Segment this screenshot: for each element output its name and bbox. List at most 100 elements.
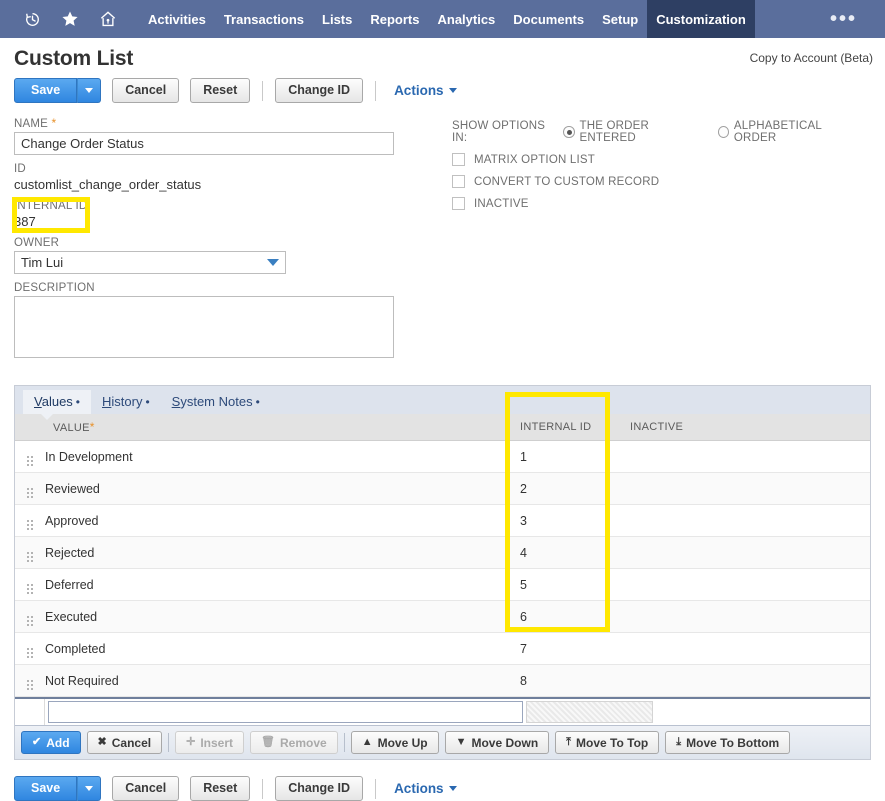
top-toolbar: Save Cancel Reset Change ID Actions [0, 71, 885, 103]
cell-internal-id: 6 [520, 600, 630, 633]
cell-value[interactable]: Executed [45, 600, 520, 633]
cell-value[interactable]: Completed [45, 632, 520, 665]
matrix-option-list-row: MATRIX OPTION LIST [452, 153, 871, 166]
form-left-column: NAME * ID customlist_change_order_status… [14, 116, 444, 369]
checkbox-matrix-option-list[interactable] [452, 153, 465, 166]
drag-handle-icon[interactable] [15, 664, 45, 697]
drag-handle-icon[interactable] [15, 504, 45, 537]
nav-item-lists[interactable]: Lists [313, 0, 361, 38]
drag-dots-icon [27, 552, 33, 562]
table-row[interactable]: Not Required 8 [15, 664, 870, 697]
nav-icon-group [0, 0, 117, 38]
new-value-input[interactable] [48, 701, 523, 723]
cell-inactive[interactable] [630, 472, 870, 505]
cell-value[interactable]: Approved [45, 504, 520, 537]
drag-handle-icon[interactable] [15, 536, 45, 569]
favorites-icon[interactable] [61, 10, 79, 28]
checkbox-inactive[interactable] [452, 197, 465, 210]
cell-inactive[interactable] [630, 568, 870, 601]
drag-handle-icon[interactable] [15, 472, 45, 505]
radio-order-entered[interactable] [563, 126, 575, 138]
home-icon[interactable] [99, 10, 117, 28]
change-id-button-bottom[interactable]: Change ID [275, 776, 364, 801]
drag-handle-icon[interactable] [15, 632, 45, 665]
cell-inactive[interactable] [630, 632, 870, 665]
values-sublist: Values • History • System Notes • VALUE* IN… [14, 385, 871, 760]
nav-item-activities[interactable]: Activities [139, 0, 215, 38]
reset-button[interactable]: Reset [190, 78, 251, 103]
internal-id-field-block: INTERNAL ID 387 [14, 200, 444, 229]
cell-value[interactable]: Rejected [45, 536, 520, 569]
drag-handle-icon[interactable] [15, 568, 45, 601]
toolbar-divider [262, 778, 264, 799]
nav-item-setup[interactable]: Setup [593, 0, 647, 38]
table-row[interactable]: Approved 3 [15, 504, 870, 537]
actions-menu-bottom[interactable]: Actions [394, 781, 457, 796]
drag-handle-icon[interactable] [15, 600, 45, 633]
cell-inactive[interactable] [630, 664, 870, 697]
move-down-button[interactable]: ▼ Move Down [444, 731, 550, 754]
recent-records-icon[interactable] [24, 11, 41, 28]
save-button[interactable]: Save [14, 78, 78, 103]
checkbox-matrix-option-list-label: MATRIX OPTION LIST [474, 153, 595, 166]
cell-value[interactable]: In Development [45, 440, 520, 473]
description-field-block: DESCRIPTION [14, 282, 444, 361]
cell-inactive[interactable] [630, 504, 870, 537]
owner-select[interactable] [14, 251, 286, 274]
col-internal-id: INTERNAL ID [520, 414, 630, 441]
checkbox-convert-to-custom-record-label: CONVERT TO CUSTOM RECORD [474, 175, 660, 188]
cell-inactive[interactable] [630, 536, 870, 569]
chevron-down-icon [85, 88, 94, 93]
cell-inactive[interactable] [630, 600, 870, 633]
table-row[interactable]: Executed 6 [15, 600, 870, 633]
values-table-body: In Development 1 Reviewed 2 Approved 3 Rejecte… [15, 440, 870, 697]
actions-label: Actions [394, 83, 444, 98]
save-dropdown-button-bottom[interactable] [77, 776, 102, 801]
nav-item-documents[interactable]: Documents [504, 0, 593, 38]
table-row[interactable]: Completed 7 [15, 632, 870, 665]
drag-dots-icon [27, 488, 33, 498]
move-to-bottom-icon: ⤓ [676, 736, 682, 748]
move-up-button[interactable]: ▲ Move Up [350, 731, 439, 754]
cell-value[interactable]: Deferred [45, 568, 520, 601]
save-button-bottom[interactable]: Save [14, 776, 78, 801]
cell-value[interactable]: Not Required [45, 664, 520, 697]
actions-menu[interactable]: Actions [394, 83, 457, 98]
tab-values[interactable]: Values • [23, 390, 91, 420]
table-row[interactable]: In Development 1 [15, 440, 870, 473]
radio-alphabetical-order[interactable] [717, 126, 729, 138]
new-row-handle [15, 699, 45, 725]
cell-inactive[interactable] [630, 440, 870, 473]
page-header: Custom List Copy to Account (Beta) [0, 38, 885, 71]
drag-handle-icon[interactable] [15, 440, 45, 473]
move-to-bottom-button[interactable]: ⤓ Move To Bottom [665, 731, 791, 754]
change-id-button[interactable]: Change ID [275, 78, 364, 103]
cancel-button[interactable]: ✖ Cancel [86, 731, 163, 754]
move-to-top-button[interactable]: ⤒ Move To Top [555, 731, 660, 754]
nav-item-analytics[interactable]: Analytics [428, 0, 504, 38]
table-row[interactable]: Rejected 4 [15, 536, 870, 569]
checkbox-convert-to-custom-record[interactable] [452, 175, 465, 188]
description-textarea[interactable] [14, 296, 394, 358]
toolbar-divider [262, 80, 264, 101]
tab-history[interactable]: History • [91, 390, 161, 414]
toolbar-divider [375, 778, 377, 799]
arrow-down-icon: ▼ [455, 736, 467, 748]
table-row[interactable]: Reviewed 2 [15, 472, 870, 505]
nav-item-reports[interactable]: Reports [361, 0, 428, 38]
nav-item-customization[interactable]: Customization [647, 0, 755, 38]
button-divider [343, 733, 345, 752]
tab-system-notes[interactable]: System Notes • [161, 390, 271, 414]
save-dropdown-button[interactable] [77, 78, 102, 103]
sublist-button-bar: ✔ Add ✖ Cancel ✛ Insert 🗑 Remove ▲ Move Up ▼ Move D… [15, 725, 870, 759]
cancel-button-bottom[interactable]: Cancel [112, 776, 180, 801]
add-button[interactable]: ✔ Add [21, 731, 81, 754]
nav-overflow-icon[interactable]: ••• [830, 0, 885, 38]
button-divider [168, 733, 170, 752]
nav-item-transactions[interactable]: Transactions [215, 0, 313, 38]
cancel-button[interactable]: Cancel [112, 78, 180, 103]
table-row[interactable]: Deferred 5 [15, 568, 870, 601]
cell-value[interactable]: Reviewed [45, 472, 520, 505]
name-input[interactable] [14, 132, 394, 155]
reset-button-bottom[interactable]: Reset [190, 776, 251, 801]
